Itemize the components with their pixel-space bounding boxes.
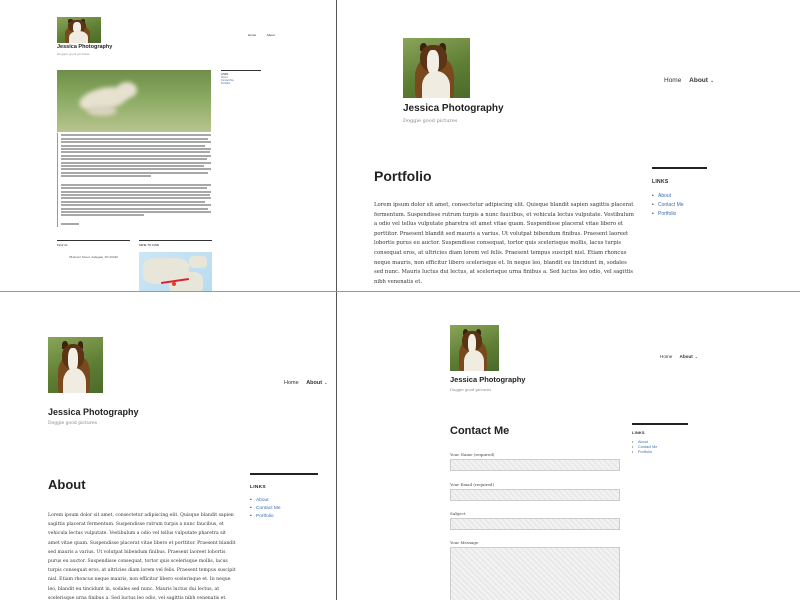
link-about[interactable]: About: [250, 498, 318, 503]
link-contact[interactable]: Contact Me: [250, 506, 318, 511]
site-tagline: Doggie good pictures: [450, 387, 492, 392]
panel-contact-page: Jessica Photography Doggie good pictures…: [337, 292, 800, 600]
main-navigation: Home About ⌄: [664, 77, 720, 84]
link-portfolio[interactable]: Portfolio: [250, 514, 318, 519]
nav-home[interactable]: Home: [660, 354, 672, 359]
footer-map-title: MINE TO FIND: [139, 243, 160, 247]
site-logo-dog-image[interactable]: [57, 17, 101, 43]
site-title[interactable]: Jessica Photography: [450, 375, 525, 384]
site-tagline: Doggie good pictures: [57, 52, 90, 56]
sidebar-links-widget: LINKS About Contact Me Portfolio: [221, 70, 261, 85]
link-portfolio[interactable]: Portfolio: [221, 82, 261, 85]
site-tagline: Doggie good pictures: [403, 118, 458, 124]
sidebar-links-widget: LINKS About Contact Me Portfolio: [652, 167, 707, 217]
page-body-text: Lorem ipsum dolor sit amet, consectetur …: [48, 513, 236, 600]
site-logo-dog-image[interactable]: [450, 325, 499, 371]
main-navigation: Home About ⌄: [660, 354, 704, 359]
nav-about[interactable]: About: [267, 33, 275, 37]
sidebar-links-widget: LINKS About Contact Me Portfolio: [632, 423, 688, 454]
widget-title: LINKS: [652, 179, 669, 185]
sidebar-links-widget: LINKS About Contact Me Portfolio: [250, 473, 318, 519]
panel-portfolio-page: Jessica Photography Doggie good pictures…: [337, 0, 800, 291]
label-your-message: Your Message: [450, 540, 479, 545]
hero-dog-photo: [57, 70, 211, 132]
link-contact[interactable]: Contact Me: [632, 445, 688, 449]
widget-title: LINKS: [632, 430, 645, 435]
widget-rule: [652, 167, 707, 169]
chevron-down-icon: ⌄: [324, 380, 328, 385]
link-portfolio[interactable]: Portfolio: [632, 450, 688, 454]
footer-find-us-title: Find Us: [57, 243, 68, 247]
nav-home[interactable]: Home: [664, 77, 681, 84]
site-logo-dog-image[interactable]: [48, 337, 103, 393]
link-about[interactable]: About: [652, 193, 707, 199]
map-pin-icon: [172, 282, 176, 286]
label-your-email: Your Email (required): [450, 482, 495, 487]
footer-address: 95 Event Street, Aalsgaaj, XD 20440: [69, 255, 118, 259]
nav-about[interactable]: About ⌄: [306, 380, 327, 386]
widget-title: LINKS: [250, 485, 266, 490]
your-message-textarea[interactable]: [450, 547, 620, 600]
link-contact[interactable]: Contact Me: [652, 202, 707, 208]
label-subject: Subject: [450, 511, 466, 516]
chevron-down-icon: ⌄: [709, 79, 715, 84]
link-portfolio[interactable]: Portfolio: [652, 211, 707, 217]
page-title: About: [48, 477, 86, 492]
site-title[interactable]: Jessica Photography: [48, 407, 139, 417]
your-email-input[interactable]: [450, 489, 620, 501]
widget-rule: [250, 473, 318, 475]
label-your-name: Your Name (required): [450, 452, 495, 457]
chevron-down-icon: ⌄: [694, 355, 698, 359]
link-about[interactable]: About: [632, 440, 688, 444]
footer-map-widget: MINE TO FIND: [139, 240, 212, 291]
page-title: Portfolio: [374, 168, 432, 184]
nav-about[interactable]: About ⌄: [680, 354, 698, 359]
embedded-map[interactable]: [139, 252, 212, 291]
page-body-text: Lorem ipsum dolor sit amet, consectetur …: [374, 202, 634, 285]
site-title[interactable]: Jessica Photography: [57, 44, 112, 50]
nav-about[interactable]: About ⌄: [689, 77, 714, 84]
site-tagline: Doggie good pictures: [48, 421, 97, 426]
your-name-input[interactable]: [450, 459, 620, 471]
main-navigation: Home About: [248, 33, 285, 37]
footer-find-us-widget: Find Us 95 Event Street, Aalsgaaj, XD 20…: [57, 240, 130, 260]
panel-about-page: Jessica Photography Doggie good pictures…: [0, 292, 336, 600]
post-excerpt-text: [57, 133, 211, 227]
nav-home[interactable]: Home: [248, 33, 256, 37]
site-logo-dog-image[interactable]: [403, 38, 470, 98]
widget-rule: [632, 423, 688, 425]
nav-home[interactable]: Home: [284, 380, 299, 386]
site-title[interactable]: Jessica Photography: [403, 103, 504, 114]
panel-home-overview: Jessica Photography Doggie good pictures…: [0, 0, 336, 291]
page-title: Contact Me: [450, 425, 510, 437]
subject-input[interactable]: [450, 518, 620, 530]
main-navigation: Home About ⌄: [284, 380, 334, 386]
